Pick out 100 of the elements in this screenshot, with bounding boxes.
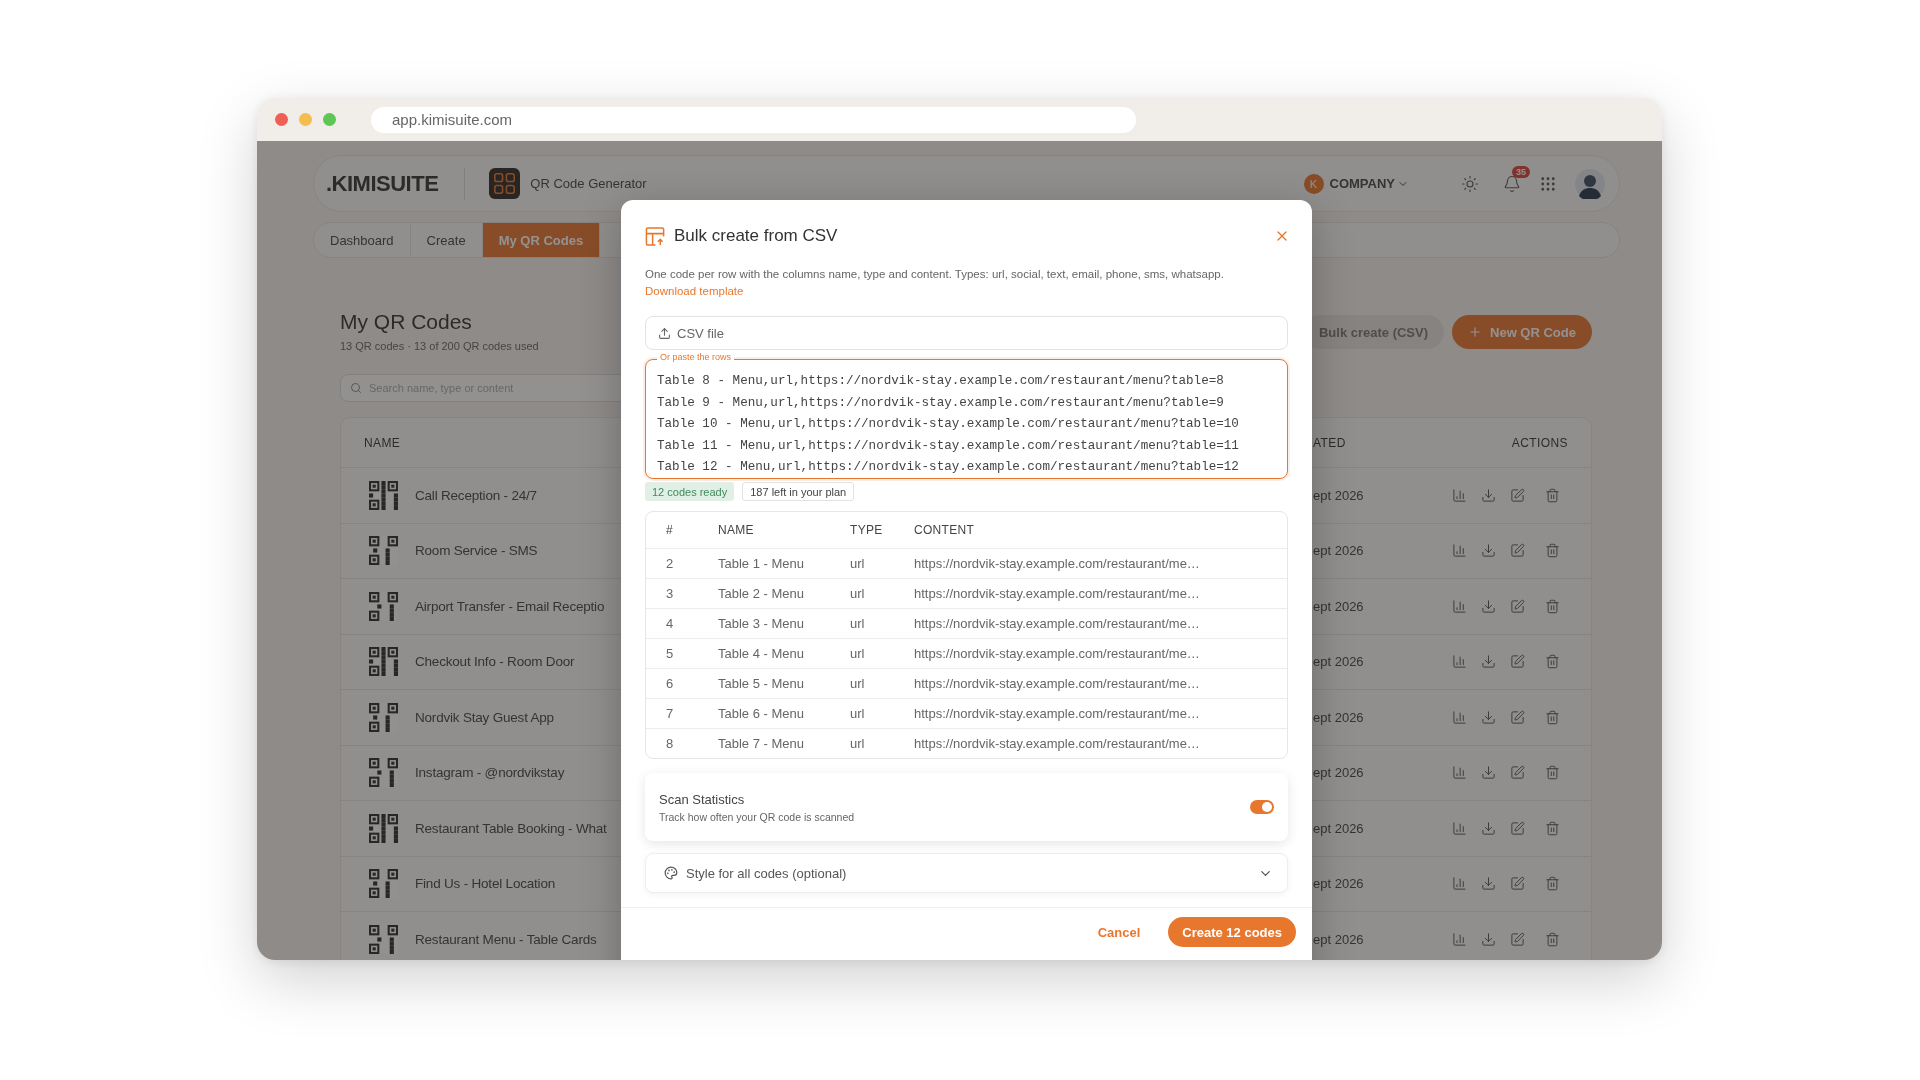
code-name[interactable]: Checkout Info - Room Door xyxy=(415,654,575,670)
created-date: ept 2026 xyxy=(1313,820,1365,836)
table-cell: url xyxy=(850,556,865,571)
edit-icon[interactable] xyxy=(1510,598,1525,614)
table-cell: url xyxy=(850,616,865,631)
created-date: ept 2026 xyxy=(1313,709,1365,725)
table-cell: https://nordvik-stay.example.com/restaurant/me… xyxy=(914,556,1200,571)
page-title: My QR Codes xyxy=(340,310,472,334)
nav-tab[interactable]: My QR Codes xyxy=(482,223,601,257)
code-name[interactable]: Nordvik Stay Guest App xyxy=(415,709,554,725)
dialog-description: One code per row with the columns name, type and content. Types: url, social, text, email, phone, sms, whatsapp. xyxy=(645,267,1225,282)
setting-title: Scan Statistics xyxy=(659,791,746,807)
palette-icon xyxy=(664,866,678,880)
code-name[interactable]: Restaurant Table Booking - What xyxy=(415,820,607,836)
column-header: NAME xyxy=(364,435,401,450)
table-cell: Table 5 - Menu xyxy=(718,676,804,691)
edit-icon[interactable] xyxy=(1510,487,1525,503)
bar-chart-icon[interactable] xyxy=(1452,654,1467,670)
row-number: 3 xyxy=(666,586,674,601)
qr-code-icon xyxy=(369,702,398,732)
download-icon[interactable] xyxy=(1481,709,1496,725)
notification-count: 35 xyxy=(1512,165,1530,178)
bar-chart-icon[interactable] xyxy=(1452,820,1467,836)
address-bar[interactable]: app.kimisuite.com xyxy=(371,106,1136,133)
bar-chart-icon[interactable] xyxy=(1452,709,1467,725)
ready-count: 12 codes ready xyxy=(645,482,735,501)
column-header: TYPE xyxy=(850,523,883,537)
qr-code-icon xyxy=(369,591,398,621)
trash-icon[interactable] xyxy=(1545,765,1560,781)
nav-tab[interactable]: Create xyxy=(410,223,483,257)
edit-icon[interactable] xyxy=(1510,654,1525,670)
download-icon[interactable] xyxy=(1481,876,1496,892)
table-cell: Table 7 - Menu xyxy=(718,736,804,751)
download-template-link[interactable]: Download template xyxy=(645,283,744,300)
bar-chart-icon[interactable] xyxy=(1452,765,1467,781)
table-cell: url xyxy=(850,646,865,661)
company-menu[interactable]: COMPANY xyxy=(1329,176,1409,191)
table-cell: https://nordvik-stay.example.com/restaurant/me… xyxy=(914,706,1200,721)
bar-chart-icon[interactable] xyxy=(1452,543,1467,559)
row-number: 4 xyxy=(666,616,674,631)
style-accordion[interactable]: Style for all codes (optional) xyxy=(645,853,1288,893)
notifications-button[interactable] xyxy=(1503,174,1521,193)
trash-icon[interactable] xyxy=(1545,487,1560,503)
create-button[interactable]: Create 12 codes xyxy=(1168,917,1296,947)
trash-icon[interactable] xyxy=(1545,931,1560,947)
logo[interactable]: .KIMISUITE xyxy=(326,170,439,197)
created-date: ept 2026 xyxy=(1313,543,1365,559)
csv-file-field[interactable]: CSV file xyxy=(645,316,1288,350)
table-cell: url xyxy=(850,736,865,751)
table-cell: https://nordvik-stay.example.com/restaurant/me… xyxy=(914,586,1200,601)
qr-app-icon xyxy=(489,168,521,199)
code-name[interactable]: Airport Transfer - Email Receptio xyxy=(415,598,605,614)
download-icon[interactable] xyxy=(1481,487,1496,503)
search-icon xyxy=(350,382,362,394)
column-header: ATED xyxy=(1313,435,1346,450)
qr-code-icon xyxy=(369,536,398,566)
trash-icon[interactable] xyxy=(1545,876,1560,892)
code-name[interactable]: Room Service - SMS xyxy=(415,543,538,559)
column-header: # xyxy=(666,523,673,537)
code-name[interactable]: Call Reception - 24/7 xyxy=(415,487,537,503)
code-name[interactable]: Restaurant Menu - Table Cards xyxy=(415,931,597,947)
new-code-button[interactable]: New QR Code xyxy=(1452,315,1592,349)
download-icon[interactable] xyxy=(1481,820,1496,836)
download-icon[interactable] xyxy=(1481,765,1496,781)
edit-icon[interactable] xyxy=(1510,709,1525,725)
cancel-button[interactable]: Cancel xyxy=(1083,917,1155,947)
qr-code-icon xyxy=(369,924,398,954)
edit-icon[interactable] xyxy=(1510,820,1525,836)
download-icon[interactable] xyxy=(1481,931,1496,947)
download-icon[interactable] xyxy=(1481,654,1496,670)
edit-icon[interactable] xyxy=(1510,931,1525,947)
page-subtitle: 13 QR codes · 13 of 200 QR codes used xyxy=(340,340,539,352)
toggle-switch[interactable] xyxy=(1250,800,1274,814)
zoom-window-button[interactable] xyxy=(323,113,336,126)
code-name[interactable]: Instagram - @nordvikstay xyxy=(415,765,565,781)
download-icon[interactable] xyxy=(1481,598,1496,614)
close-window-button[interactable] xyxy=(275,113,288,126)
trash-icon[interactable] xyxy=(1545,709,1560,725)
created-date: ept 2026 xyxy=(1313,598,1365,614)
trash-icon[interactable] xyxy=(1545,598,1560,614)
bar-chart-icon[interactable] xyxy=(1452,487,1467,503)
user-avatar[interactable] xyxy=(1575,168,1605,199)
nav-tab[interactable]: Dashboard xyxy=(314,223,411,257)
trash-icon[interactable] xyxy=(1545,820,1560,836)
bar-chart-icon[interactable] xyxy=(1452,931,1467,947)
trash-icon[interactable] xyxy=(1545,543,1560,559)
bar-chart-icon[interactable] xyxy=(1452,876,1467,892)
table-cell: https://nordvik-stay.example.com/restaurant/me… xyxy=(914,616,1200,631)
row-number: 7 xyxy=(666,706,674,721)
code-name[interactable]: Find Us - Hotel Location xyxy=(415,876,555,892)
trash-icon[interactable] xyxy=(1545,654,1560,670)
theme-button[interactable] xyxy=(1461,174,1479,193)
edit-icon[interactable] xyxy=(1510,765,1525,781)
edit-icon[interactable] xyxy=(1510,876,1525,892)
table-upload-icon xyxy=(645,225,666,247)
created-date: ept 2026 xyxy=(1313,876,1365,892)
download-icon[interactable] xyxy=(1481,543,1496,559)
apps-menu-button[interactable] xyxy=(1539,174,1557,193)
edit-icon[interactable] xyxy=(1510,543,1525,559)
bar-chart-icon[interactable] xyxy=(1452,598,1467,614)
